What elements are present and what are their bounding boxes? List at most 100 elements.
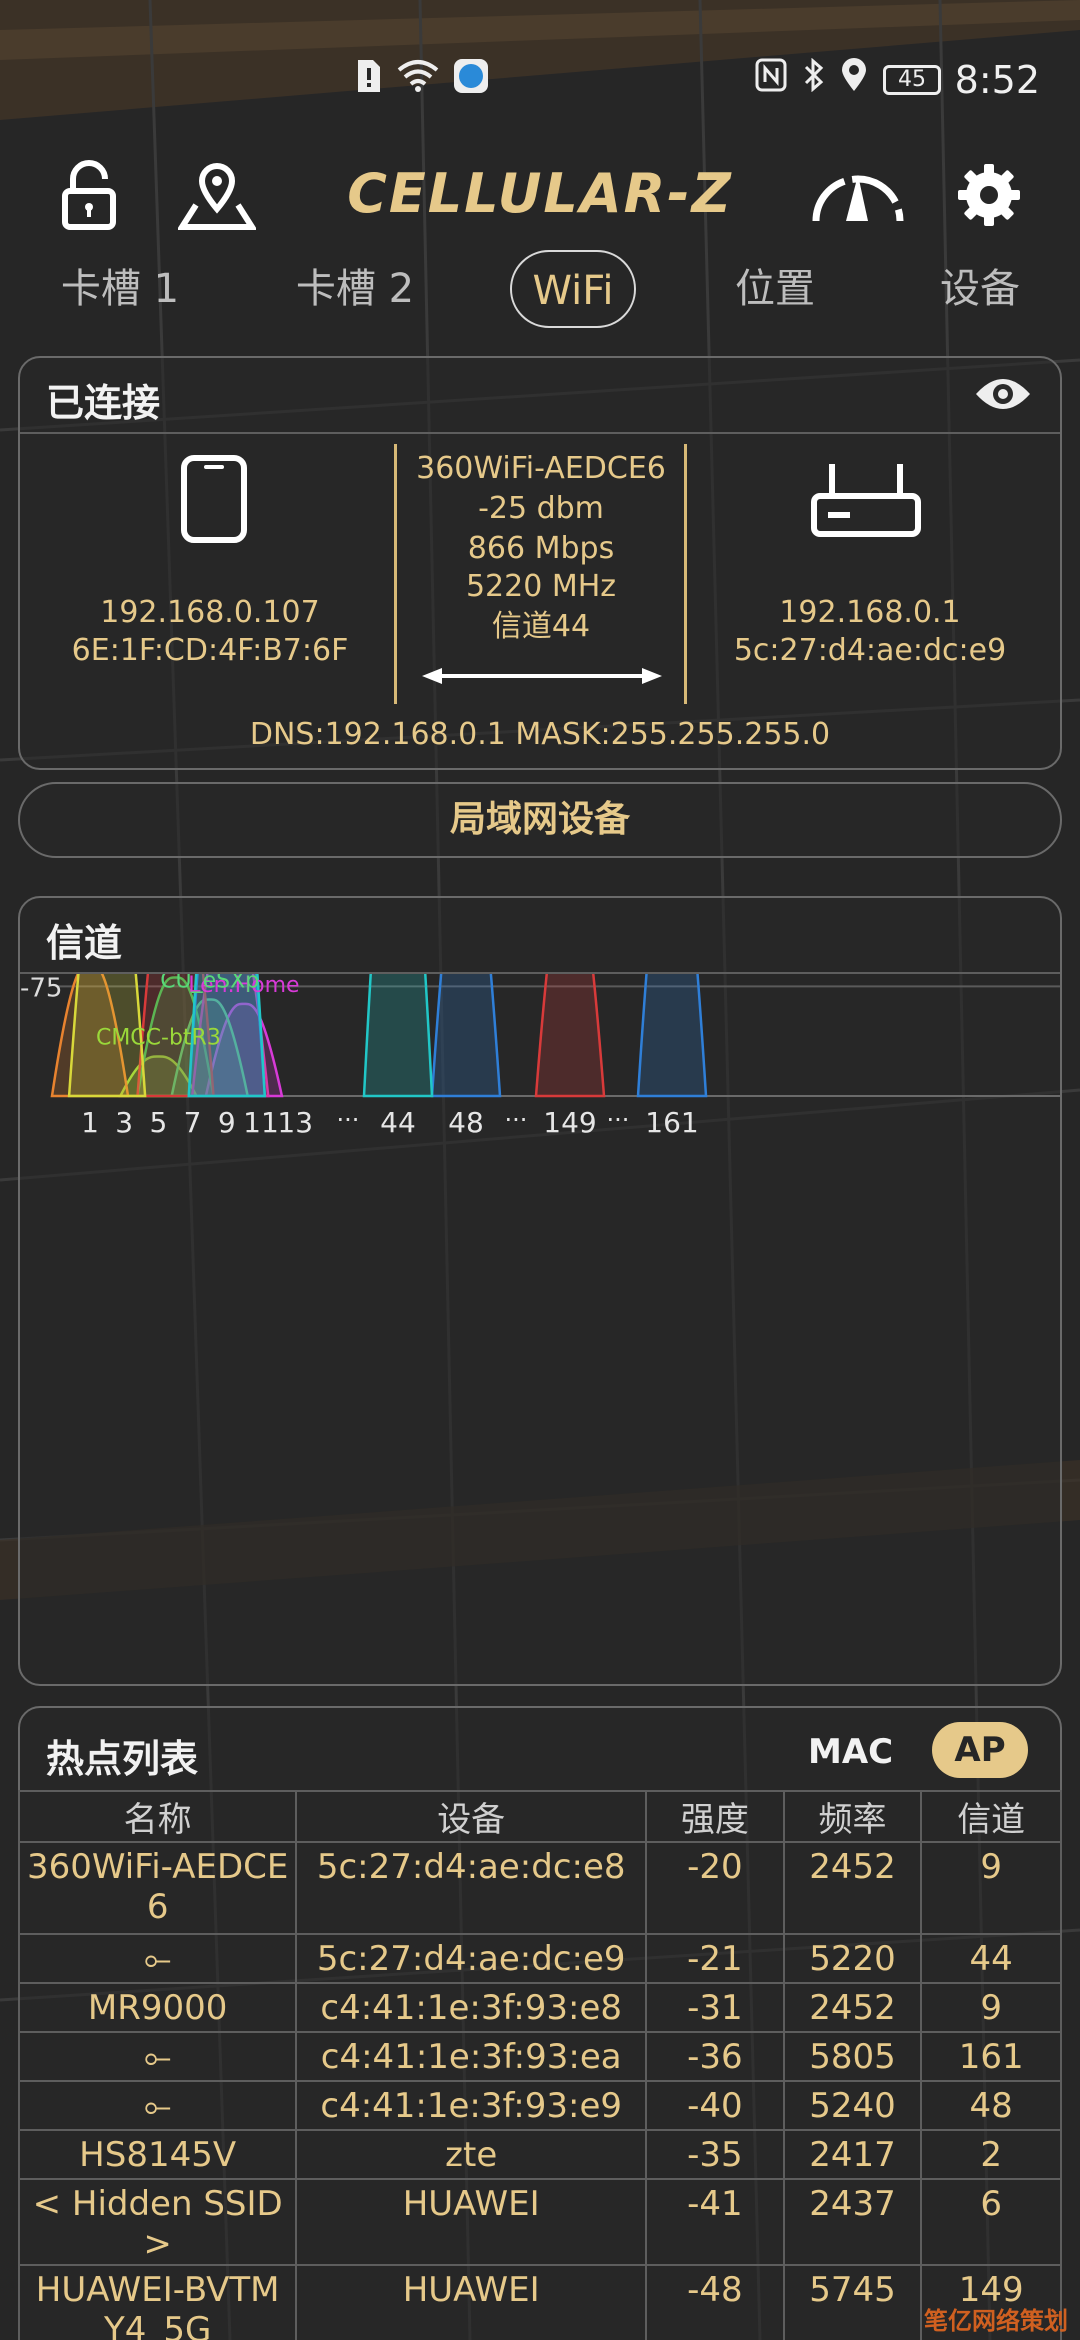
tab-bar: 卡槽 1 卡槽 2 WiFi 位置 设备 [0, 250, 1080, 330]
speedometer-icon[interactable] [808, 150, 908, 240]
gear-icon[interactable] [944, 150, 1034, 240]
cell-device: HUAWEI [295, 2264, 648, 2340]
x-ellipsis: ··· [337, 1106, 360, 1134]
x-tick-label: 9 [218, 1106, 236, 1139]
cell-freq: 5220 [782, 1933, 923, 1984]
table-row[interactable]: MR9000 c4:41:1e:3f:93:e8 -31 2452 9 [17, 1982, 1062, 2033]
table-row[interactable]: HUAWEI-BVTM Y4_5G HUAWEI -48 5745 149 [17, 2264, 1062, 2340]
cell-strength: -20 [645, 1841, 785, 1935]
x-tick-label: 44 [380, 1106, 416, 1139]
app-badge-icon [453, 58, 489, 103]
cell-strength: -41 [645, 2178, 785, 2266]
cell-channel: 48 [920, 2080, 1062, 2131]
bluetooth-icon [803, 57, 825, 101]
router-ip: 192.168.0.1 [779, 595, 961, 630]
link-signal: -25 dbm [478, 491, 604, 526]
router-mac: 5c:27:d4:ae:dc:e9 [733, 633, 1007, 668]
cell-name: < Hidden SSID > [17, 2178, 298, 2266]
cell-channel: 6 [920, 2178, 1062, 2266]
table-row[interactable]: ⟜ c4:41:1e:3f:93:e9 -40 5240 48 [17, 2080, 1062, 2131]
cell-device: c4:41:1e:3f:93:e8 [295, 1982, 648, 2033]
tab-slot-2[interactable]: 卡槽 2 [265, 250, 445, 328]
table-row[interactable]: HS8145V zte -35 2417 2 [17, 2129, 1062, 2180]
tab-device[interactable]: 设备 [900, 250, 1060, 328]
cell-strength: -35 [645, 2129, 785, 2180]
x-tick-label: 48 [448, 1106, 484, 1139]
cell-device: HUAWEI [295, 2178, 648, 2266]
cell-freq: 5240 [782, 2080, 923, 2131]
x-tick-label: 149 [543, 1106, 596, 1139]
column-header-frequency[interactable]: 频率 [782, 1790, 923, 1843]
connected-panel: 已连接 192.168.0.107 6E:1F:CD:4F:B7:6F 360W… [18, 356, 1062, 770]
tab-wifi[interactable]: WiFi [510, 250, 636, 328]
app-header: CELLULAR-Z [0, 140, 1080, 250]
phone-icon [180, 454, 248, 548]
table-row[interactable]: ⟜ c4:41:1e:3f:93:ea -36 5805 161 [17, 2031, 1062, 2082]
cell-freq: 5805 [782, 2031, 923, 2082]
device-ip: 192.168.0.107 [100, 595, 320, 630]
mac-toggle[interactable]: MAC [808, 1732, 893, 1772]
tab-slot-1[interactable]: 卡槽 1 [30, 250, 210, 328]
cell-name: MR9000 [17, 1982, 298, 2033]
eye-icon[interactable] [974, 374, 1032, 418]
connected-title: 已连接 [46, 381, 161, 425]
cell-name: 360WiFi-AEDCE 6 [17, 1841, 298, 1935]
channel-curve-label: CU_eSXp [160, 974, 259, 993]
table-row[interactable]: < Hidden SSID > HUAWEI -41 2437 6 [17, 2178, 1062, 2266]
x-tick-label: 3 [115, 1106, 133, 1139]
lan-devices-button[interactable]: 局域网设备 [18, 782, 1062, 858]
sim-alert-icon [355, 58, 383, 103]
cell-device: zte [295, 2129, 648, 2180]
x-ellipsis: ··· [505, 1106, 528, 1134]
channel-curve [636, 974, 708, 1098]
column-header-device[interactable]: 设备 [295, 1790, 648, 1843]
tab-location[interactable]: 位置 [690, 250, 860, 328]
channel-panel: 信道 CMCC-btR3Len.HomeCU_eSXpHUAWEIBVTMY4C… [18, 896, 1062, 1686]
y-tick-label: -75 [20, 974, 62, 1003]
table-row[interactable]: 360WiFi-AEDCE 6 5c:27:d4:ae:dc:e8 -20 2452 9 [17, 1841, 1062, 1935]
status-icons-left [355, 58, 489, 103]
cell-channel: 9 [920, 1982, 1062, 2033]
link-ssid: 360WiFi-AEDCE6 [416, 451, 666, 486]
x-tick-label: 1 [81, 1106, 99, 1139]
device-mac: 6E:1F:CD:4F:B7:6F [71, 633, 349, 668]
x-tick-label: 13 [277, 1106, 313, 1139]
cell-name: HUAWEI-BVTM Y4_5G [17, 2264, 298, 2340]
app-logo: CELLULAR-Z [330, 154, 750, 234]
cell-strength: -48 [645, 2264, 785, 2340]
cell-name: ⟜ [17, 2080, 298, 2131]
cell-channel: 2 [920, 2129, 1062, 2180]
column-header-strength[interactable]: 强度 [645, 1790, 785, 1843]
app-logo-text: CELLULAR-Z [347, 162, 733, 225]
column-header-name[interactable]: 名称 [17, 1790, 298, 1843]
cell-strength: -40 [645, 2080, 785, 2131]
cell-name: ⟜ [17, 2031, 298, 2082]
ap-toggle[interactable]: AP [932, 1722, 1028, 1778]
link-arrow-icon [420, 664, 664, 692]
hotspot-table: 名称 设备 强度 频率 信道 360WiFi-AEDCE 6 5c:27:d4:ae… [17, 1790, 1062, 2340]
cell-channel: 44 [920, 1933, 1062, 1984]
router-icon [810, 460, 922, 544]
table-row[interactable]: ⟜ 5c:27:d4:ae:dc:e9 -21 5220 44 [17, 1933, 1062, 1984]
clock: 8:52 [954, 58, 1040, 102]
cell-device: c4:41:1e:3f:93:e9 [295, 2080, 648, 2131]
nfc-icon [755, 58, 787, 101]
link-frequency: 5220 MHz [465, 569, 617, 604]
column-header-channel[interactable]: 信道 [920, 1790, 1062, 1843]
status-icons-right: 45 [755, 57, 941, 101]
location-icon [841, 58, 867, 101]
dns-mask-info: DNS:192.168.0.1 MASK:255.255.255.0 [249, 717, 831, 752]
cell-channel: 161 [920, 2031, 1062, 2082]
cell-device: 5c:27:d4:ae:dc:e8 [295, 1841, 648, 1935]
map-pin-icon[interactable] [172, 150, 262, 240]
table-header-row: 名称 设备 强度 频率 信道 [17, 1790, 1062, 1843]
channel-curve-label: CMCC-btR3 [96, 1026, 221, 1051]
channel-chart: CMCC-btR3Len.HomeCU_eSXpHUAWEIBVTMY4Curr… [20, 974, 1060, 1139]
channel-curve [362, 974, 434, 1098]
battery-icon: 45 [883, 64, 941, 95]
cell-strength: -31 [645, 1982, 785, 2033]
watermark: 笔亿网络策划 [924, 2307, 1068, 2335]
link-channel: 信道44 [491, 609, 591, 644]
lock-icon[interactable] [44, 150, 134, 240]
wifi-icon [397, 59, 439, 102]
